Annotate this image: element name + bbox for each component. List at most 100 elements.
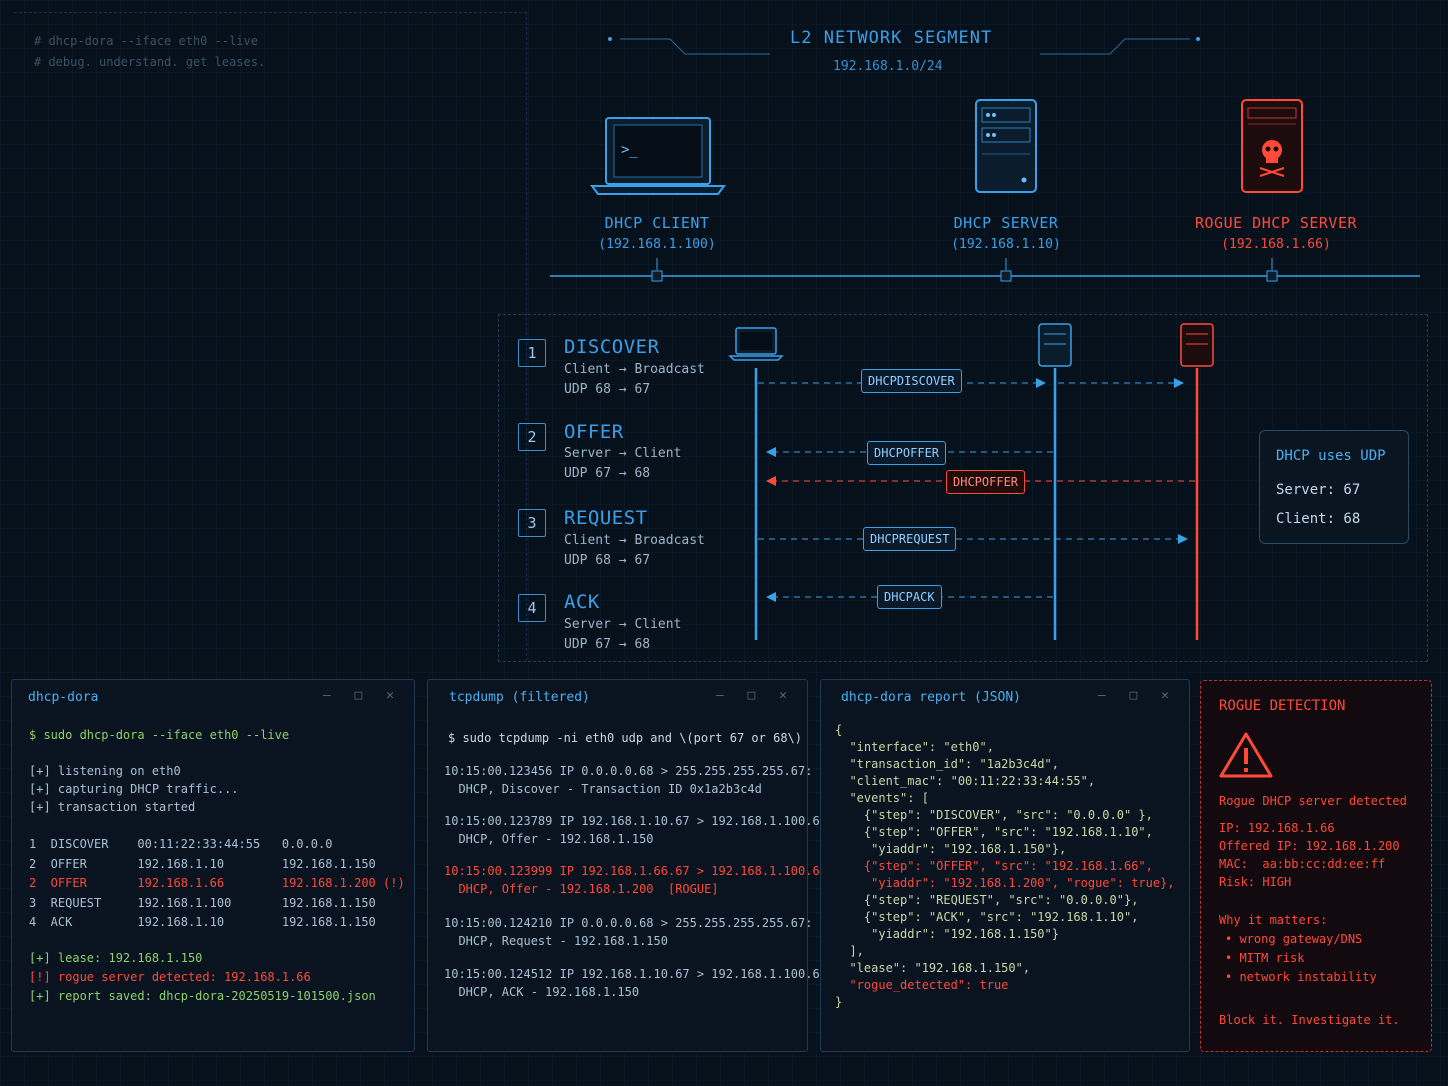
window-controls[interactable]: — □ ✕ <box>323 688 402 703</box>
rogue-offered-ip: Offered IP: 192.168.1.200 <box>1219 839 1400 853</box>
rogue-detection-panel: ROGUE DETECTION Rogue DHCP server detect… <box>1200 680 1432 1052</box>
terminal-title: dhcp-dora <box>28 690 99 705</box>
table-row: 2 OFFER 192.168.1.10 192.168.1.150 <box>29 857 376 871</box>
network-bus <box>550 258 1420 282</box>
rogue-footer: Block it. Investigate it. <box>1219 1013 1400 1027</box>
warning-icon <box>1219 732 1273 778</box>
udp-box-title: DHCP uses UDP <box>1276 448 1386 464</box>
step-4-direction: Server → Client <box>564 617 682 632</box>
table-row: 1 DISCOVER 00:11:22:33:44:55 0.0.0.0 <box>29 837 333 851</box>
terminal-title: tcpdump (filtered) <box>449 690 590 705</box>
json-line: { <box>835 723 843 737</box>
terminal-command: $ sudo dhcp-dora --iface eth0 --live <box>29 728 290 742</box>
rogue-risk: Risk: HIGH <box>1219 875 1292 889</box>
rogue-ip: IP: 192.168.1.66 <box>1219 821 1335 835</box>
step-2-direction: Server → Client <box>564 446 682 461</box>
json-line: "transaction_id": "1a2b3c4d", <box>835 757 1059 771</box>
step-name-3: REQUEST <box>564 507 648 529</box>
window-controls[interactable]: — □ ✕ <box>1098 688 1177 703</box>
network-title: L2 NETWORK SEGMENT <box>790 28 993 48</box>
step-1-ports: UDP 68 → 67 <box>564 382 651 397</box>
why-bullet: • network instability <box>1225 970 1377 984</box>
device-label-server: DHCP SERVER <box>953 214 1059 232</box>
packet-line: 10:15:00.124210 IP 0.0.0.0.68 > 255.255.… <box>444 916 813 930</box>
packet-line: DHCP, Discover - Transaction ID 0x1a2b3c… <box>444 782 762 796</box>
svg-text:>_: >_ <box>621 142 638 158</box>
rogue-mac: MAC: aa:bb:cc:dd:ee:ff <box>1219 857 1386 871</box>
rogue-line: [!] rogue server detected: 192.168.1.66 <box>29 970 311 984</box>
step-1-direction: Client → Broadcast <box>564 362 705 377</box>
why-heading: Why it matters: <box>1219 913 1328 927</box>
step-number-1: 1 <box>518 339 546 367</box>
packet-line: 10:15:00.123789 IP 192.168.1.10.67 > 192… <box>444 814 835 828</box>
packet-line-rogue: DHCP, Offer - 192.168.1.200 [ROGUE] <box>444 882 719 896</box>
step-3-ports: UDP 68 → 67 <box>564 553 651 568</box>
step-3-direction: Client → Broadcast <box>564 533 705 548</box>
table-row-rogue: 2 OFFER 192.168.1.66 192.168.1.200 (!) <box>29 876 405 890</box>
packet-line: 10:15:00.124512 IP 192.168.1.10.67 > 192… <box>444 967 835 981</box>
json-line: {"step": "ACK", "src": "192.168.1.10", <box>835 910 1139 924</box>
json-line: "interface": "eth0", <box>835 740 994 754</box>
message-dhcpoffer: DHCPOFFER <box>867 441 947 465</box>
json-line: {"step": "DISCOVER", "src": "0.0.0.0" }, <box>835 808 1153 822</box>
udp-info-box: DHCP uses UDP Server: 67 Client: 68 <box>1259 430 1409 544</box>
terminal-dhcp-dora[interactable]: dhcp-dora — □ ✕ $ sudo dhcp-dora --iface… <box>11 679 415 1052</box>
terminal-tcpdump[interactable]: tcpdump (filtered) — □ ✕ $ sudo tcpdump … <box>427 679 834 1052</box>
laptop-icon: >_ <box>590 117 726 195</box>
rogue-server-icon <box>1241 99 1303 193</box>
window-controls[interactable]: — □ ✕ <box>716 688 795 703</box>
json-line: ], <box>835 944 864 958</box>
json-line: "events": [ <box>835 791 929 805</box>
step-4-ports: UDP 67 → 68 <box>564 637 651 652</box>
json-line-rogue: {"step": "OFFER", "src": "192.168.1.66", <box>835 859 1153 873</box>
why-bullet: • MITM risk <box>1225 951 1305 965</box>
json-line-rogue: "rogue_detected": true <box>835 978 1009 992</box>
json-line: "client_mac": "00:11:22:33:44:55", <box>835 774 1096 788</box>
json-line: } <box>835 995 843 1009</box>
device-ip-server: (192.168.1.10) <box>951 237 1061 252</box>
rogue-detection-title: ROGUE DETECTION <box>1219 698 1346 714</box>
step-name-4: ACK <box>564 591 600 613</box>
terminal-title: dhcp-dora report (JSON) <box>841 690 1022 705</box>
table-row: 4 ACK 192.168.1.10 192.168.1.150 <box>29 915 376 929</box>
server-icon <box>975 99 1037 193</box>
log-line: [+] listening on eth0 <box>29 764 181 778</box>
terminal-json-report[interactable]: dhcp-dora report (JSON) — □ ✕ { "interfa… <box>820 679 1190 1052</box>
udp-box-server: Server: 67 <box>1276 482 1361 498</box>
packet-line: DHCP, Offer - 192.168.1.150 <box>444 832 654 846</box>
why-bullet: • wrong gateway/DNS <box>1225 932 1363 946</box>
step-2-ports: UDP 67 → 68 <box>564 466 651 481</box>
packet-line-rogue: 10:15:00.123999 IP 192.168.1.66.67 > 192… <box>444 864 835 878</box>
comment-line-1: # dhcp-dora --iface eth0 --live <box>34 34 258 48</box>
step-name-1: DISCOVER <box>564 336 660 358</box>
comment-line-2: # debug. understand. get leases. <box>34 55 266 69</box>
log-line: [+] capturing DHCP traffic... <box>29 782 239 796</box>
terminal-command: $ sudo tcpdump -ni eth0 udp and \(port 6… <box>448 731 803 745</box>
device-label-rogue: ROGUE DHCP SERVER <box>1194 214 1358 232</box>
device-label-client: DHCP CLIENT <box>604 214 710 232</box>
table-row: 3 REQUEST 192.168.1.100 192.168.1.150 <box>29 896 376 910</box>
message-dhcpdiscover: DHCPDISCOVER <box>861 369 962 393</box>
json-line: "yiaddr": "192.168.1.150"}, <box>835 842 1067 856</box>
step-number-2: 2 <box>518 423 546 451</box>
message-rogue-dhcpoffer: DHCPOFFER <box>946 470 1026 494</box>
code-area-frame <box>14 12 527 661</box>
message-dhcpack: DHCPACK <box>877 585 942 609</box>
lease-line: [+] lease: 192.168.1.150 <box>29 951 203 965</box>
saved-line: [+] report saved: dhcp-dora-20250519-101… <box>29 989 376 1003</box>
rogue-detected-text: Rogue DHCP server detected <box>1219 794 1407 808</box>
udp-box-client: Client: 68 <box>1276 511 1361 527</box>
step-name-2: OFFER <box>564 421 624 443</box>
json-line-rogue: "yiaddr": "192.168.1.200", "rogue": true… <box>835 876 1175 890</box>
step-number-4: 4 <box>518 594 546 622</box>
log-line: [+] transaction started <box>29 800 196 814</box>
json-line: {"step": "REQUEST", "src": "0.0.0.0"}, <box>835 893 1139 907</box>
step-number-3: 3 <box>518 509 546 537</box>
network-subnet: 192.168.1.0/24 <box>833 59 943 74</box>
json-line: "yiaddr": "192.168.1.150"} <box>835 927 1059 941</box>
packet-line: DHCP, ACK - 192.168.1.150 <box>444 985 640 999</box>
device-ip-rogue: (192.168.1.66) <box>1221 237 1331 252</box>
device-ip-client: (192.168.1.100) <box>598 237 716 252</box>
message-dhcprequest: DHCPREQUEST <box>863 527 957 551</box>
packet-line: DHCP, Request - 192.168.1.150 <box>444 934 668 948</box>
